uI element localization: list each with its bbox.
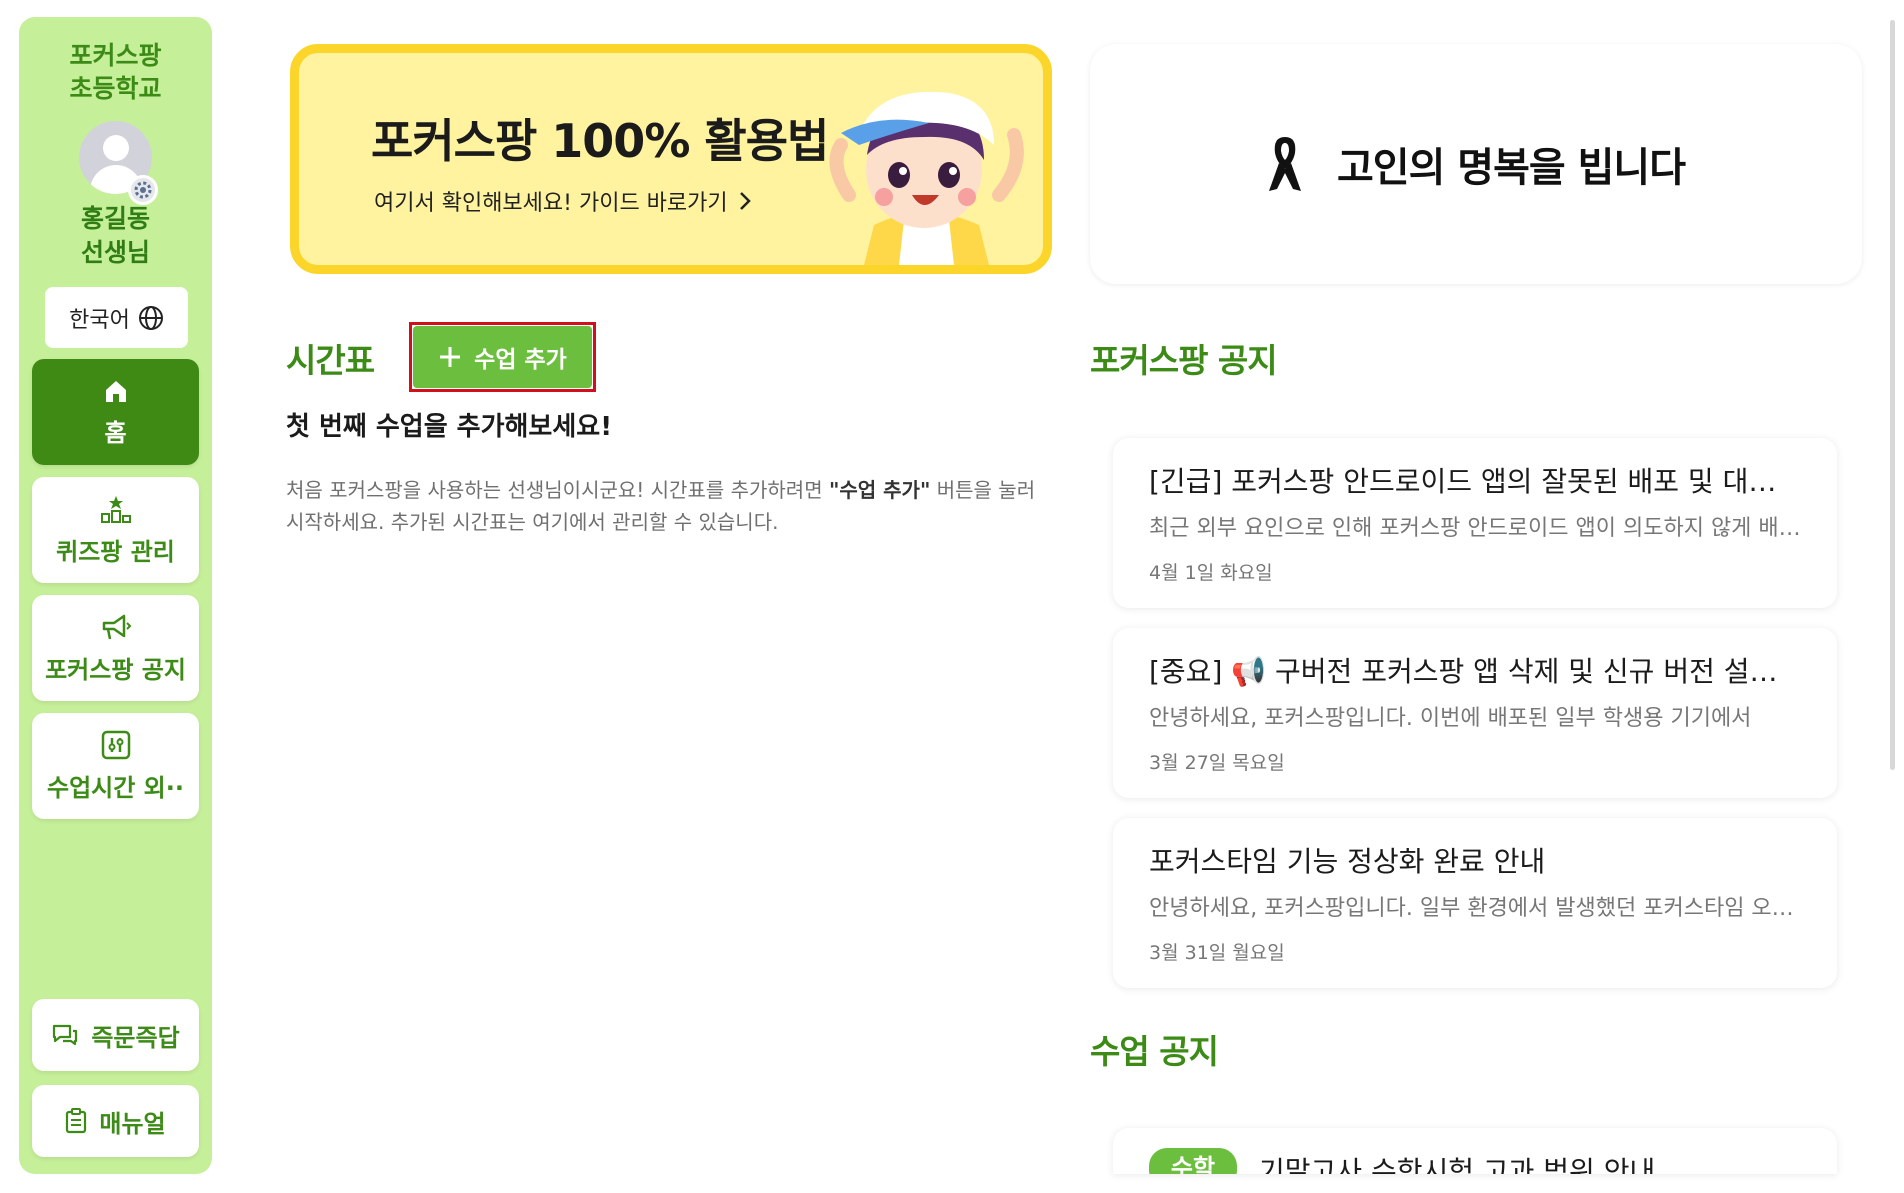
notice-date: 4월 1일 화요일 (1149, 562, 1273, 584)
notice-date: 3월 27일 목요일 (1149, 752, 1285, 774)
add-class-label: 수업 추가 (474, 347, 567, 373)
notices-title: 포커스팡 공지 (1090, 341, 1278, 380)
banner-subtitle: 여기서 확인해보세요! 가이드 바로가기 (374, 191, 728, 216)
settings-sliders-icon (101, 730, 130, 759)
black-ribbon-icon (1268, 137, 1301, 191)
user-name: 홍길동 선생님 (80, 204, 150, 267)
qna-label: 즉문즉답 (91, 1023, 180, 1052)
notice-title: 포커스타임 기능 정상화 완료 안내 (1149, 845, 1546, 878)
megaphone-icon (102, 614, 131, 639)
nav-label-home: 홈 (104, 418, 127, 447)
chat-icon (53, 1024, 78, 1046)
profile-settings-gear-icon[interactable] (128, 175, 158, 205)
banner-title: 포커스팡 100% 활용법 (371, 114, 829, 168)
globe-icon (138, 305, 163, 330)
avatar-head (103, 135, 129, 161)
notice-title: [긴급] 포커스팡 안드로이드 앱의 잘못된 배포 및 대응 안내 (1149, 465, 1801, 498)
memorial-card: 고인의 명복을 빕니다 (1090, 44, 1862, 284)
empty-timetable-title: 첫 번째 수업을 추가해보세요! (286, 412, 613, 442)
gear-icon (134, 181, 152, 199)
empty-timetable-description: 처음 포커스팡을 사용하는 선생님이시군요! 시간표를 추가하려면 "수업 추가… (286, 474, 1056, 538)
class-notice-item[interactable]: 수학 기말고사 수학시험 고과 범위 안내 (1113, 1128, 1837, 1174)
notice-item[interactable]: [긴급] 포커스팡 안드로이드 앱의 잘못된 배포 및 대응 안내 최근 외부 … (1113, 438, 1837, 608)
page-scrollbar[interactable] (1890, 20, 1895, 770)
class-notices-title: 수업 공지 (1090, 1032, 1219, 1071)
notice-body: 안녕하세요, 포커스팡입니다. 일부 환경에서 발생했던 포커스타임 오류가 (1149, 896, 1801, 921)
notice-item[interactable]: [중요] 📢 구버전 포커스팡 앱 삭제 및 신규 버전 설치 안내 안녕하세요… (1113, 628, 1837, 798)
plus-icon (440, 347, 461, 367)
empty-desc-bold: "수업 추가" (828, 478, 931, 502)
guide-link[interactable]: 여기서 확인해보세요! 가이드 바로가기 (374, 185, 752, 217)
class-notice-title: 기말고사 수학시험 고과 범위 안내 (1259, 1155, 1656, 1174)
notice-item[interactable]: 포커스타임 기능 정상화 완료 안내 안녕하세요, 포커스팡입니다. 일부 환경… (1113, 818, 1837, 988)
notice-body: 최근 외부 요인으로 인해 포커스팡 안드로이드 앱이 의도하지 않게 배포되었… (1149, 516, 1801, 541)
subject-badge: 수학 (1149, 1148, 1237, 1174)
notice-date: 3월 31일 월요일 (1149, 942, 1285, 964)
manual-button[interactable]: 매뉴얼 (32, 1085, 199, 1157)
memorial-text: 고인의 명복을 빕니다 (1336, 145, 1686, 191)
nav-item-quiz[interactable]: 퀴즈팡 관리 (32, 477, 199, 583)
empty-desc-part1: 처음 포커스팡을 사용하는 선생님이시군요! 시간표를 추가하려면 (286, 478, 829, 502)
school-name: 포커스팡 초등학교 (69, 41, 162, 103)
quiz-icon (100, 495, 131, 523)
notice-body: 안녕하세요, 포커스팡입니다. 이번에 배포된 일부 학생용 기기에서 (1149, 706, 1752, 731)
language-selector[interactable]: 한국어 (45, 287, 188, 348)
kid-illustration (829, 91, 1024, 265)
nav-item-home[interactable]: 홈 (32, 359, 199, 465)
language-label: 한국어 (69, 307, 130, 333)
add-class-button[interactable]: 수업 추가 (413, 326, 592, 388)
home-icon (105, 380, 126, 402)
qna-button[interactable]: 즉문즉답 (32, 999, 199, 1071)
chevron-right-icon (739, 192, 751, 210)
nav-label-quiz: 퀴즈팡 관리 (56, 537, 175, 566)
manual-label: 매뉴얼 (99, 1109, 166, 1138)
notice-title: [중요] 📢 구버전 포커스팡 앱 삭제 및 신규 버전 설치 안내 (1149, 655, 1801, 688)
guide-banner[interactable]: 포커스팡 100% 활용법 여기서 확인해보세요! 가이드 바로가기 (290, 44, 1052, 274)
clipboard-icon (66, 1108, 87, 1134)
timetable-title: 시간표 (286, 341, 375, 380)
nav-label-after-class: 수업시간 외·· (47, 773, 184, 802)
nav-item-after-class[interactable]: 수업시간 외·· (32, 713, 199, 819)
nav-label-notices: 포커스팡 공지 (45, 655, 186, 684)
nav-item-notices[interactable]: 포커스팡 공지 (32, 595, 199, 701)
sidebar: 포커스팡 초등학교 홍길동 선생님 한국어 홈 퀴즈팡 관리 포커스팡 공지 수… (19, 17, 212, 1174)
